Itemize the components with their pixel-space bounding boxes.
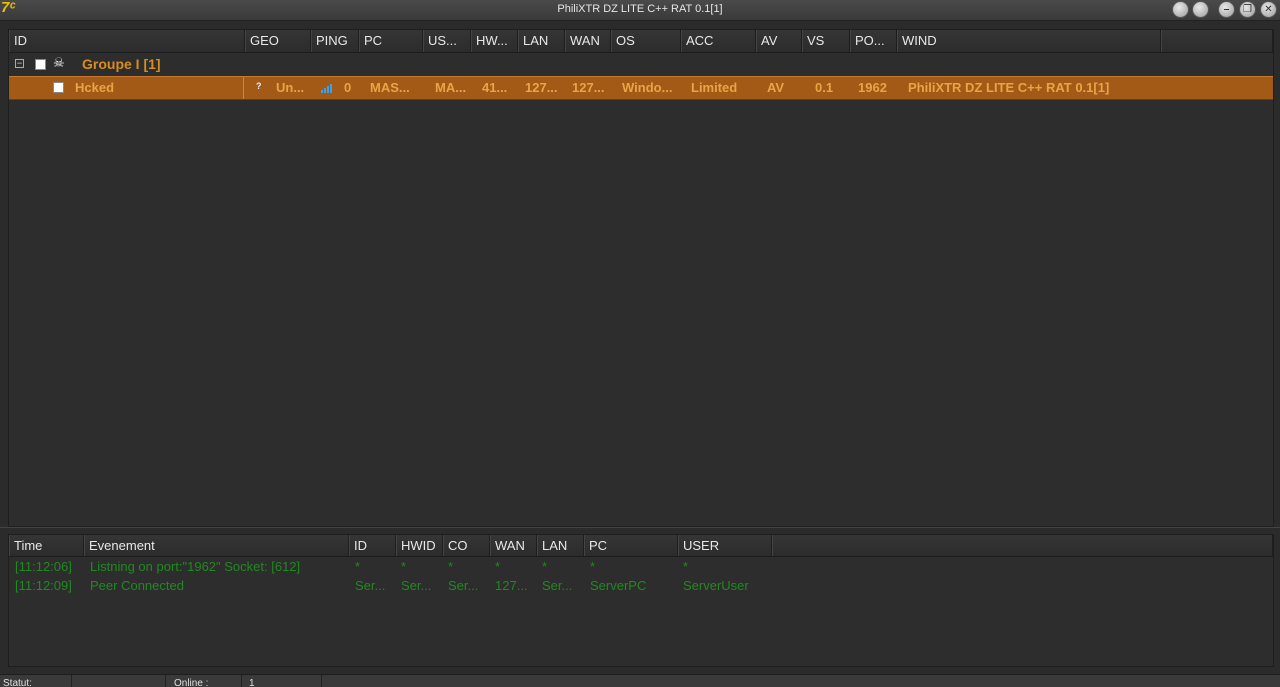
client-id: Hcked	[75, 80, 115, 95]
client-checkbox[interactable]	[53, 82, 64, 93]
log-time: [11:12:06]	[15, 559, 72, 574]
maximize-icon[interactable]: ❐	[1239, 1, 1256, 18]
log-user: *	[683, 559, 689, 574]
log-id: *	[355, 559, 361, 574]
log-col-user[interactable]: USER	[678, 535, 772, 556]
col-user[interactable]: US...	[423, 30, 471, 52]
window-title: PhiliXTR DZ LITE C++ RAT 0.1[1]	[557, 3, 723, 15]
col-av[interactable]: AV	[756, 30, 802, 52]
skull-icon: ☠	[53, 55, 65, 70]
col-vs[interactable]: VS	[802, 30, 850, 52]
log-user: ServerUser	[683, 578, 749, 593]
client-row[interactable]: Hcked ? Un... 0 MAS... MA... 41... 127..…	[9, 76, 1273, 100]
client-lan: 127...	[525, 80, 558, 95]
log-id: Ser...	[355, 578, 386, 593]
log-col-time[interactable]: Time	[9, 535, 84, 556]
log-co: Ser...	[448, 578, 479, 593]
log-hwid: *	[401, 559, 407, 574]
log-pc: *	[590, 559, 596, 574]
client-hwid: 41...	[482, 80, 508, 95]
client-geo: Un...	[276, 80, 305, 95]
col-ping[interactable]: PING	[311, 30, 359, 52]
client-id-cell	[9, 77, 244, 99]
col-lan[interactable]: LAN	[518, 30, 565, 52]
log-wan: 127...	[495, 578, 528, 593]
geo-flag-icon: ?	[256, 81, 262, 91]
col-id[interactable]: ID	[9, 30, 245, 52]
col-pc[interactable]: PC	[359, 30, 423, 52]
online-count: 1	[242, 675, 322, 687]
client-ping: 0	[344, 80, 352, 95]
client-vs: 0.1	[815, 80, 834, 95]
client-os: Windo...	[622, 80, 673, 95]
log-col-id[interactable]: ID	[349, 535, 396, 556]
col-port[interactable]: PO...	[850, 30, 897, 52]
col-filler	[1161, 30, 1273, 52]
client-port: 1962	[858, 80, 887, 95]
log-event: Peer Connected	[90, 578, 184, 593]
log-co: *	[448, 559, 454, 574]
log-lan: Ser...	[542, 578, 573, 593]
group-checkbox[interactable]	[35, 59, 46, 70]
col-os[interactable]: OS	[611, 30, 681, 52]
minimize-icon[interactable]: –	[1218, 1, 1235, 18]
log-col-hwid[interactable]: HWID	[396, 535, 443, 556]
client-wind: PhiliXTR DZ LITE C++ RAT 0.1[1]	[908, 80, 1110, 95]
col-wan[interactable]: WAN	[565, 30, 611, 52]
col-geo[interactable]: GEO	[245, 30, 311, 52]
col-acc[interactable]: ACC	[681, 30, 756, 52]
log-col-event[interactable]: Evenement	[84, 535, 349, 556]
signal-icon	[321, 84, 333, 93]
col-wind[interactable]: WIND	[897, 30, 1161, 52]
log-lan: *	[542, 559, 548, 574]
clients-list[interactable]: ID GEO PING PC US... HW... LAN WAN OS AC…	[8, 29, 1274, 527]
event-log[interactable]: Time Evenement ID HWID CO WAN LAN PC USE…	[8, 534, 1274, 667]
client-user: MA...	[435, 80, 467, 95]
log-hwid: Ser...	[401, 578, 432, 593]
client-wan: 127...	[572, 80, 605, 95]
log-pc: ServerPC	[590, 578, 647, 593]
log-col-pc[interactable]: PC	[584, 535, 678, 556]
log-col-filler	[772, 535, 1273, 556]
status-bar: Statut: Online : 1	[0, 674, 1280, 687]
clients-header: ID GEO PING PC US... HW... LAN WAN OS AC…	[9, 30, 1273, 53]
col-hwid[interactable]: HW...	[471, 30, 518, 52]
title-bar: 7ᶜ PhiliXTR DZ LITE C++ RAT 0.1[1] – ❐ ✕	[0, 0, 1280, 21]
collapse-icon[interactable]: −	[15, 59, 24, 68]
statut-value	[72, 675, 166, 687]
log-col-wan[interactable]: WAN	[490, 535, 537, 556]
skin-circle-button-2[interactable]	[1192, 1, 1209, 18]
log-wan: *	[495, 559, 501, 574]
skin-circle-button-1[interactable]	[1172, 1, 1189, 18]
group-label: Groupe I [1]	[82, 56, 161, 72]
log-row[interactable]: [11:12:06] Listning on port:"1962" Socke…	[9, 557, 1273, 577]
log-header: Time Evenement ID HWID CO WAN LAN PC USE…	[9, 535, 1273, 557]
close-icon[interactable]: ✕	[1260, 1, 1277, 18]
client-av: AV	[767, 80, 785, 95]
client-acc: Limited	[691, 80, 738, 95]
statut-label: Statut:	[0, 675, 72, 687]
log-col-co[interactable]: CO	[443, 535, 490, 556]
log-event: Listning on port:"1962" Socket: [612]	[90, 559, 301, 574]
online-label: Online :	[166, 675, 242, 687]
splitter[interactable]	[0, 527, 1280, 528]
log-col-lan[interactable]: LAN	[537, 535, 584, 556]
group-row[interactable]: − ☠ Groupe I [1]	[9, 53, 1273, 75]
log-row[interactable]: [11:12:09] Peer Connected Ser... Ser... …	[9, 576, 1273, 596]
client-pc: MAS...	[370, 80, 410, 95]
log-time: [11:12:09]	[15, 578, 72, 593]
